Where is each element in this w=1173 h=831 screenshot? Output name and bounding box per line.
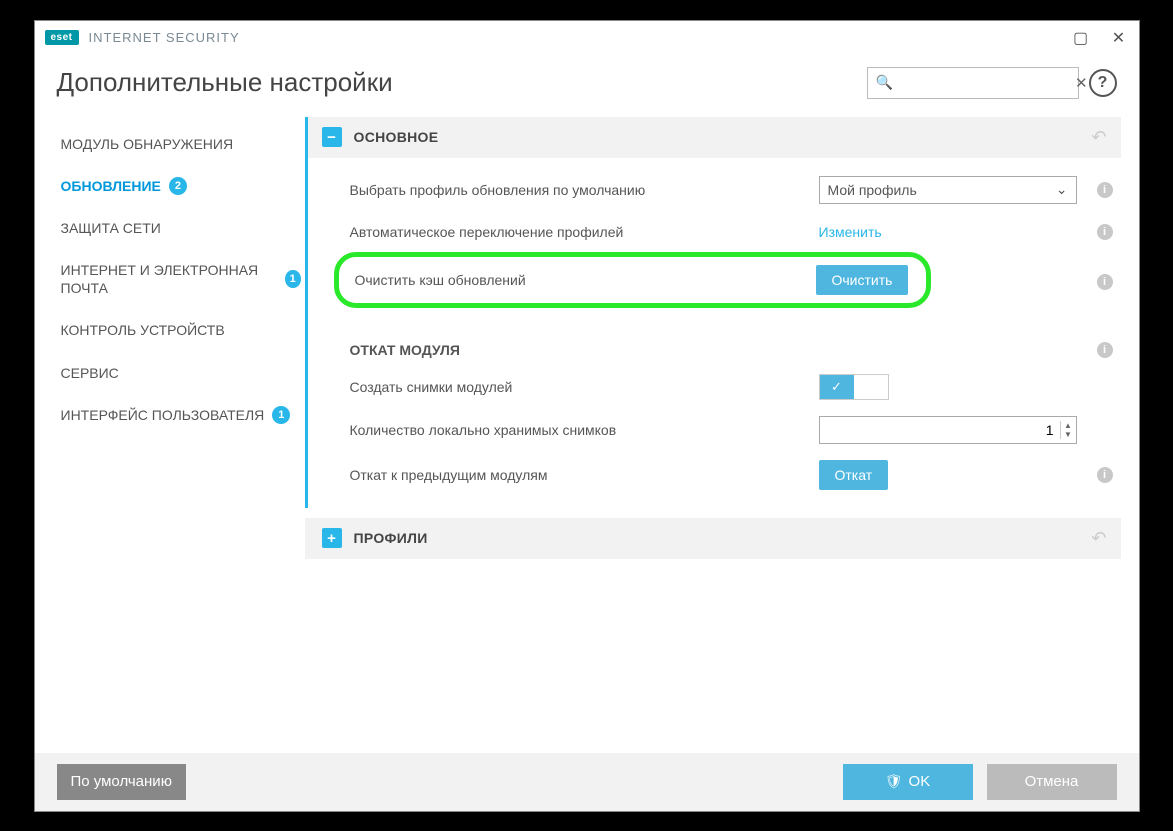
row-label: Выбрать профиль обновления по умолчанию (350, 182, 819, 198)
info-icon[interactable]: i (1097, 224, 1113, 240)
section-profiles: + ПРОФИЛИ ↶ (305, 518, 1121, 559)
settings-window: eset INTERNET SECURITY ▢ ✕ Дополнительны… (34, 20, 1140, 812)
maximize-button[interactable]: ▢ (1071, 28, 1091, 48)
section-body-basic: Выбрать профиль обновления по умолчанию … (305, 158, 1121, 508)
sidebar-item-network[interactable]: ЗАЩИТА СЕТИ (57, 207, 305, 249)
sidebar-item-device[interactable]: КОНТРОЛЬ УСТРОЙСТВ (57, 309, 305, 351)
search-box[interactable]: 🔍 ✕ (867, 67, 1079, 99)
sidebar-item-label: ОБНОВЛЕНИЕ (61, 177, 161, 195)
row-label: Автоматическое переключение профилей (350, 224, 819, 240)
spin-up-icon[interactable]: ▲ (1061, 421, 1076, 430)
ok-button[interactable]: 🛡 OK (843, 764, 973, 800)
number-field[interactable] (820, 422, 1060, 438)
expand-icon[interactable]: + (322, 528, 342, 548)
page-title: Дополнительные настройки (57, 67, 867, 98)
check-icon: ✓ (820, 375, 854, 399)
default-button[interactable]: По умолчанию (57, 764, 186, 800)
search-input[interactable] (899, 75, 1075, 90)
change-link[interactable]: Изменить (819, 224, 882, 240)
info-icon[interactable]: i (1097, 342, 1113, 358)
clear-search-icon[interactable]: ✕ (1075, 74, 1088, 92)
footer: По умолчанию 🛡 OK Отмена (35, 753, 1139, 811)
section-header-basic[interactable]: − ОСНОВНОЕ ↶ (305, 117, 1121, 158)
snapshot-count-input[interactable]: ▲▼ (819, 416, 1077, 444)
subsection-title: ОТКАТ МОДУЛЯ (350, 342, 1089, 358)
row-auto-switch: Автоматическое переключение профилей Изм… (308, 212, 1121, 252)
sidebar-item-detection[interactable]: МОДУЛЬ ОБНАРУЖЕНИЯ (57, 123, 305, 165)
chevron-down-icon: ⌄ (1056, 181, 1068, 198)
select-value: Мой профиль (828, 182, 917, 198)
rollback-heading: ОТКАТ МОДУЛЯ i (308, 324, 1121, 366)
sidebar-item-label: ЗАЩИТА СЕТИ (61, 219, 161, 237)
revert-icon[interactable]: ↶ (1091, 127, 1106, 148)
sidebar-item-label: ИНТЕРФЕЙС ПОЛЬЗОВАТЕЛЯ (61, 406, 265, 424)
info-icon[interactable]: i (1097, 182, 1113, 198)
cancel-button[interactable]: Отмена (987, 764, 1117, 800)
eset-logo: eset (45, 30, 79, 45)
title-bar: eset INTERNET SECURITY ▢ ✕ (35, 21, 1139, 55)
info-icon[interactable]: i (1097, 274, 1113, 290)
section-basic: − ОСНОВНОЕ ↶ Выбрать профиль обновления … (305, 117, 1121, 508)
help-button[interactable]: ? (1089, 69, 1117, 97)
header: Дополнительные настройки 🔍 ✕ ? (35, 55, 1139, 117)
section-title: ПРОФИЛИ (354, 530, 428, 546)
spinner-buttons[interactable]: ▲▼ (1060, 421, 1076, 439)
sidebar-item-update[interactable]: ОБНОВЛЕНИЕ 2 (57, 165, 305, 207)
sidebar-item-ui[interactable]: ИНТЕРФЕЙС ПОЛЬЗОВАТЕЛЯ 1 (57, 394, 305, 436)
row-snapshot-count: Количество локально хранимых снимков ▲▼ (308, 408, 1121, 452)
body: МОДУЛЬ ОБНАРУЖЕНИЯ ОБНОВЛЕНИЕ 2 ЗАЩИТА СЕ… (35, 117, 1139, 753)
window-controls: ▢ ✕ (1071, 28, 1129, 48)
snapshots-toggle[interactable]: ✓ (819, 374, 889, 400)
row-label: Очистить кэш обновлений (355, 272, 816, 288)
badge-icon: 1 (285, 270, 301, 288)
shield-icon: 🛡 (885, 773, 903, 790)
row-label: Откат к предыдущим модулям (350, 467, 819, 483)
badge-icon: 2 (169, 177, 187, 195)
content-area: − ОСНОВНОЕ ↶ Выбрать профиль обновления … (305, 117, 1139, 753)
toggle-off-side (854, 375, 888, 399)
info-icon[interactable]: i (1097, 467, 1113, 483)
badge-icon: 1 (272, 406, 290, 424)
row-default-profile: Выбрать профиль обновления по умолчанию … (308, 168, 1121, 212)
search-icon: 🔍 (876, 74, 893, 91)
rollback-button[interactable]: Откат (819, 460, 889, 490)
row-label: Создать снимки модулей (350, 379, 819, 395)
app-title: INTERNET SECURITY (89, 30, 1071, 45)
sidebar: МОДУЛЬ ОБНАРУЖЕНИЯ ОБНОВЛЕНИЕ 2 ЗАЩИТА СЕ… (35, 117, 305, 753)
row-label: Количество локально хранимых снимков (350, 422, 819, 438)
sidebar-item-web-email[interactable]: ИНТЕРНЕТ И ЭЛЕКТРОННАЯ ПОЧТА 1 (57, 249, 305, 309)
sidebar-item-label: КОНТРОЛЬ УСТРОЙСТВ (61, 321, 225, 339)
clear-cache-button[interactable]: Очистить (816, 265, 909, 295)
profile-select[interactable]: Мой профиль ⌄ (819, 176, 1077, 204)
row-clear-cache: Очистить кэш обновлений Очистить (334, 252, 931, 308)
ok-label: OK (909, 773, 931, 790)
section-title: ОСНОВНОЕ (354, 129, 439, 145)
sidebar-item-label: ИНТЕРНЕТ И ЭЛЕКТРОННАЯ ПОЧТА (61, 261, 277, 297)
sidebar-item-tools[interactable]: СЕРВИС (57, 352, 305, 394)
sidebar-item-label: МОДУЛЬ ОБНАРУЖЕНИЯ (61, 135, 234, 153)
revert-icon[interactable]: ↶ (1091, 528, 1106, 549)
section-header-profiles[interactable]: + ПРОФИЛИ ↶ (305, 518, 1121, 559)
collapse-icon[interactable]: − (322, 127, 342, 147)
spin-down-icon[interactable]: ▼ (1061, 430, 1076, 439)
row-create-snapshots: Создать снимки модулей ✓ (308, 366, 1121, 408)
row-clear-cache-info: i (308, 308, 1121, 324)
row-rollback: Откат к предыдущим модулям Откат i (308, 452, 1121, 498)
sidebar-item-label: СЕРВИС (61, 364, 119, 382)
close-button[interactable]: ✕ (1109, 28, 1129, 48)
